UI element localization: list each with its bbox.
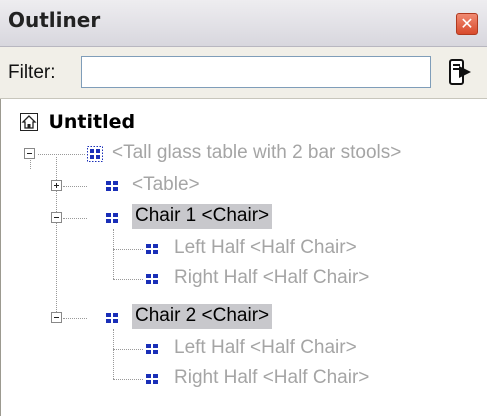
component-icon [146, 374, 158, 384]
home-icon [20, 113, 38, 131]
title-bar[interactable]: Outliner ✕ [0, 0, 487, 47]
tree-item-left-half[interactable]: Left Half <Half Chair> [174, 337, 357, 359]
tree-item-left-half[interactable]: Left Half <Half Chair> [174, 237, 357, 259]
tree-root-item[interactable]: Untitled [20, 111, 135, 133]
window-title: Outliner [8, 8, 101, 32]
collapse-toggle[interactable] [51, 312, 62, 323]
component-icon [146, 274, 158, 284]
filter-bar: Filter: [0, 47, 487, 99]
component-icon [146, 344, 158, 354]
tree-connector [113, 229, 114, 279]
tree-connector [113, 349, 143, 350]
tree-connector [63, 318, 87, 319]
tree-connector [113, 329, 114, 379]
filter-apply-icon[interactable] [444, 57, 474, 87]
component-icon [146, 244, 158, 254]
collapse-toggle[interactable] [24, 148, 35, 159]
tree-item-table[interactable]: <Table> [132, 174, 200, 196]
outliner-window: Outliner ✕ Filter: Untitled <Tall glass … [0, 0, 487, 416]
close-button[interactable]: ✕ [456, 13, 478, 35]
collapse-toggle[interactable] [51, 212, 62, 223]
tree-connector [113, 379, 143, 380]
component-icon [106, 213, 118, 223]
group-icon [87, 146, 103, 162]
tree-connector [63, 218, 87, 219]
tree-item-group[interactable]: <Tall glass table with 2 bar stools> [112, 142, 401, 164]
tree-connector [38, 154, 85, 155]
tree-item-chair-2[interactable]: Chair 2 <Chair> [132, 304, 273, 329]
tree-item-right-half[interactable]: Right Half <Half Chair> [174, 267, 369, 289]
tree-item-right-half[interactable]: Right Half <Half Chair> [174, 367, 369, 389]
tree-connector [113, 279, 143, 280]
tree-connector [63, 186, 87, 187]
filter-input[interactable] [81, 56, 431, 88]
component-icon [106, 313, 118, 323]
filter-label: Filter: [8, 62, 56, 83]
tree-connector [113, 249, 143, 250]
tree-item-chair-1[interactable]: Chair 1 <Chair> [132, 204, 273, 229]
expand-toggle[interactable] [51, 180, 62, 191]
component-icon [106, 181, 118, 191]
tree-root-label: Untitled [48, 111, 136, 133]
outline-tree: Untitled <Tall glass table with 2 bar st… [0, 99, 487, 416]
